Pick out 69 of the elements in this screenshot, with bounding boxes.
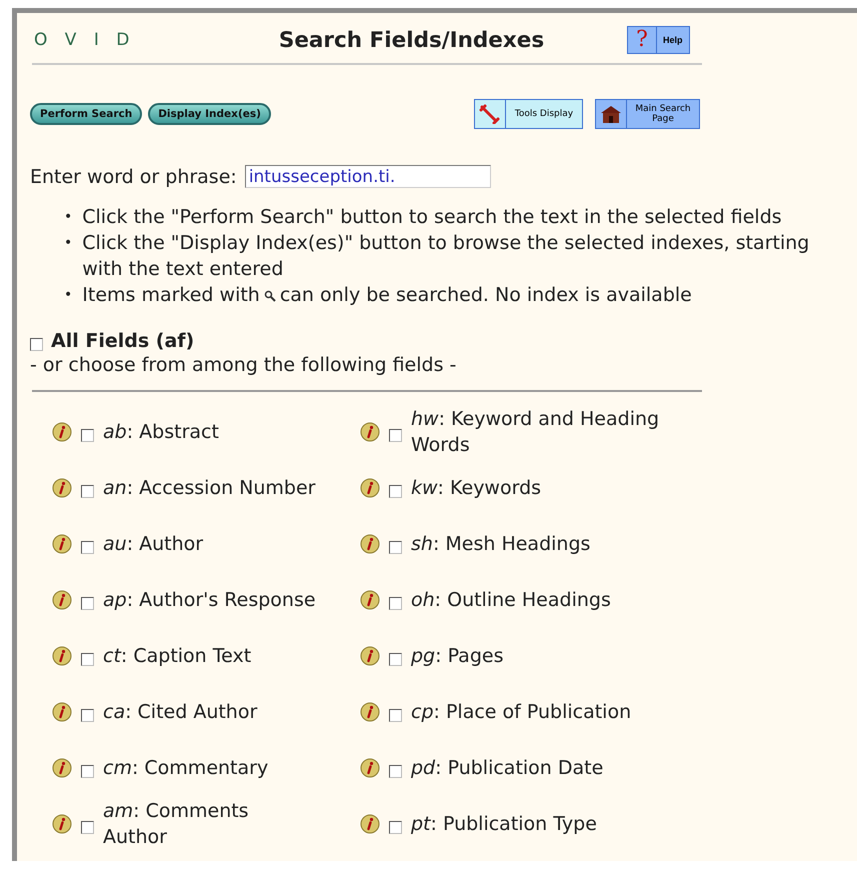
search-field[interactable]: intusseception.ti. [244, 165, 491, 188]
field-label: an: Accession Number [103, 476, 316, 501]
field-label: pt: Publication Type [411, 812, 598, 837]
info-icon[interactable] [52, 534, 72, 554]
info-icon[interactable] [52, 590, 72, 610]
page-title: Search Fields/Indexes [278, 28, 546, 52]
info-icon[interactable] [360, 702, 380, 722]
instruction-text: Click the "Perform Search" button to search the text in the selected fields [82, 206, 782, 228]
tools-button[interactable]: Tools Display [474, 99, 583, 129]
checkbox[interactable] [389, 596, 402, 610]
info-icon[interactable] [52, 814, 72, 834]
info-icon[interactable] [52, 758, 72, 778]
field-label: au: Author [103, 532, 204, 557]
checkbox[interactable] [389, 428, 402, 442]
checkbox[interactable] [389, 708, 402, 722]
all-fields-label: All Fields (af) [51, 330, 194, 352]
checkbox[interactable] [81, 428, 94, 442]
field-label: cp: Place of Publication [411, 700, 632, 725]
checkbox[interactable] [389, 764, 402, 778]
instruction-text: Items marked with [82, 284, 260, 306]
ovid-logo: O V I D [34, 30, 130, 50]
wrench-icon [479, 104, 501, 124]
main-search-button[interactable]: Main Search Page [595, 99, 700, 129]
action-button[interactable]: Display Index(es) [148, 103, 271, 125]
choose-text: - or choose from among the following fields - [30, 354, 458, 376]
checkbox[interactable] [389, 484, 402, 498]
bullet: • [64, 286, 72, 305]
checkbox[interactable] [81, 764, 94, 778]
checkbox[interactable] [389, 540, 402, 554]
bullet: • [64, 234, 72, 253]
info-icon[interactable] [52, 478, 72, 498]
info-icon[interactable] [360, 646, 380, 666]
instruction-text: can only be searched. No index is available [280, 284, 692, 306]
checkbox[interactable] [389, 652, 402, 666]
checkbox[interactable] [81, 484, 94, 498]
search-label: Enter word or phrase: [30, 166, 237, 188]
info-icon[interactable] [52, 646, 72, 666]
checkbox[interactable] [389, 820, 402, 834]
help-button[interactable]: ? Help [627, 26, 690, 54]
info-icon[interactable] [360, 590, 380, 610]
field-label: pg: Pages [411, 644, 504, 669]
field-label: kw: Keywords [411, 476, 542, 501]
field-label: hw: Keyword and Heading Words [411, 407, 660, 458]
info-icon[interactable] [360, 814, 380, 834]
info-icon[interactable] [360, 534, 380, 554]
field-label: oh: Outline Headings [411, 588, 612, 613]
field-label: ct: Caption Text [103, 644, 252, 669]
field-label: sh: Mesh Headings [411, 532, 592, 557]
checkbox[interactable] [30, 338, 43, 350]
checkbox[interactable] [81, 652, 94, 666]
info-icon[interactable] [52, 702, 72, 722]
info-icon[interactable] [52, 422, 72, 442]
checkbox[interactable] [81, 708, 94, 722]
field-label: pd: Publication Date [411, 756, 604, 781]
field-label: ab: Abstract [103, 420, 220, 445]
field-label: cm: Commentary [103, 756, 270, 781]
bullet: • [64, 208, 72, 227]
house-icon [600, 104, 622, 124]
checkbox[interactable] [81, 820, 94, 834]
checkbox[interactable] [81, 540, 94, 554]
info-icon[interactable] [360, 758, 380, 778]
checkbox[interactable] [81, 596, 94, 610]
search-icon [264, 290, 276, 302]
field-label: ca: Cited Author [103, 700, 258, 725]
info-icon[interactable] [360, 422, 380, 442]
field-label: am: Comments Author [103, 799, 250, 850]
field-label: ap: Author's Response [103, 588, 317, 613]
info-icon[interactable] [360, 478, 380, 498]
action-button[interactable]: Perform Search [30, 103, 142, 125]
